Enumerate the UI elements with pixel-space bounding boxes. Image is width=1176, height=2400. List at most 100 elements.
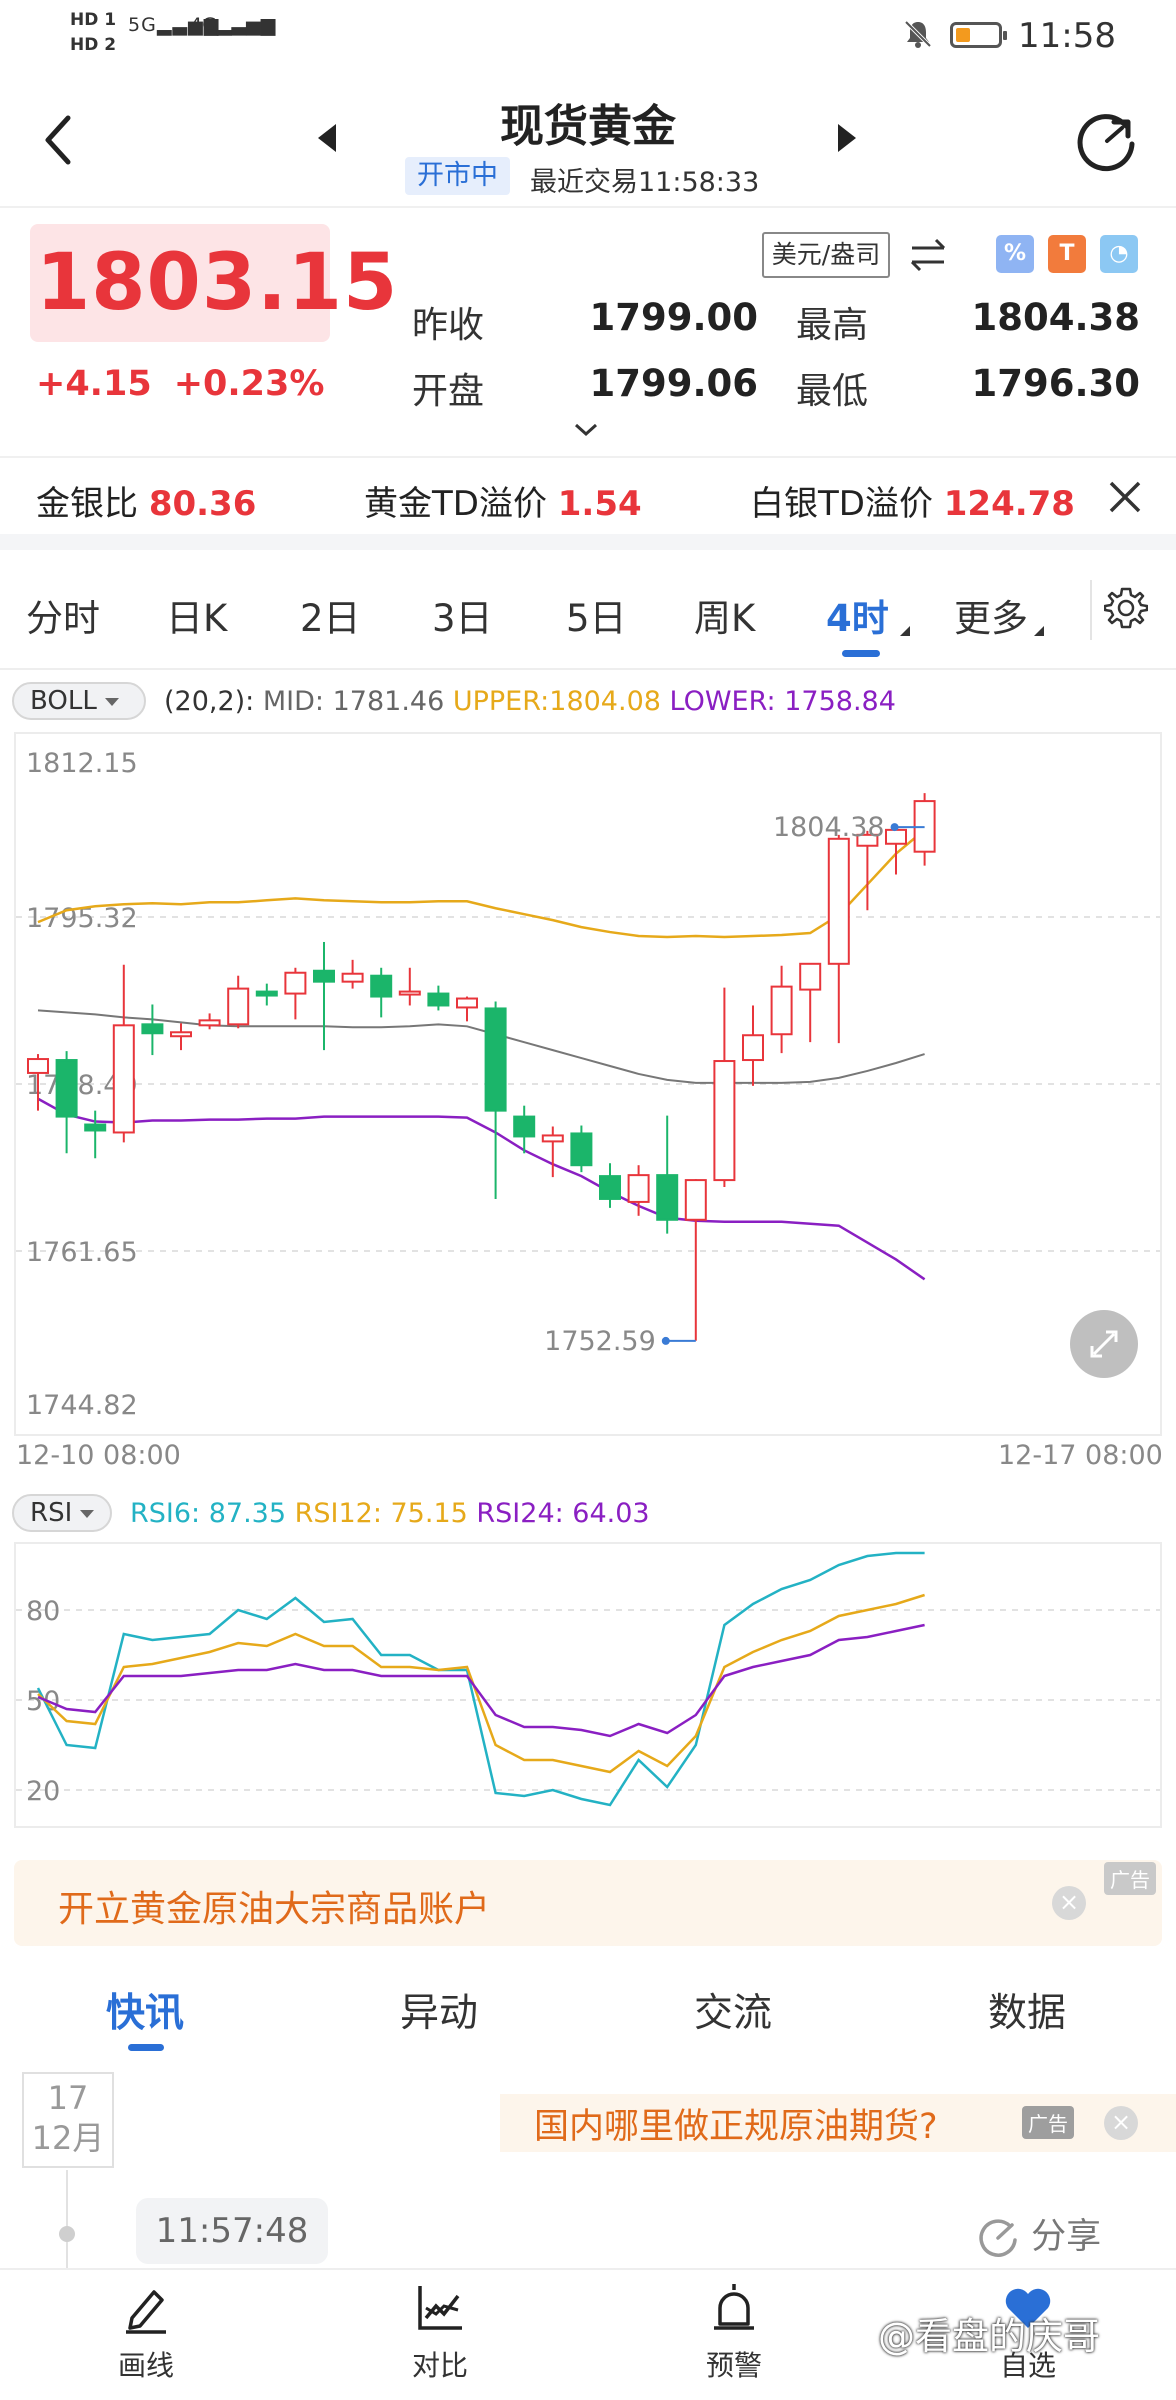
rsi12-value: RSI12: 75.15: [294, 1498, 468, 1529]
candle-body: [599, 1175, 621, 1200]
gold-td-value: 1.54: [557, 484, 642, 524]
tab-data[interactable]: 数据: [988, 1982, 1066, 2038]
candle-body: [742, 1034, 764, 1062]
boll-lower: LOWER: 1758.84: [669, 686, 896, 717]
x-tick-label: 12-10 08:00: [16, 1440, 181, 1471]
high-label: 最高: [796, 305, 869, 346]
ad-tag: 广告: [1104, 1862, 1156, 1895]
boll-values: (20,2): MID: 1781.46 UPPER:1804.08 LOWER…: [164, 686, 896, 717]
candlestick-chart[interactable]: 1812.151795.321778.491761.651744.821804.…: [0, 732, 1176, 1436]
refresh-icon[interactable]: [1074, 108, 1140, 174]
date-month: 12月: [31, 2119, 105, 2157]
x-tick-label: 12-17 08:00: [998, 1440, 1163, 1471]
page-title: 现货黄金: [500, 101, 676, 152]
candle-body: [799, 962, 822, 991]
gear-icon[interactable]: [1104, 586, 1148, 630]
section-spacer: [0, 534, 1176, 550]
rsi24-value: RSI24: 64.03: [476, 1498, 650, 1529]
nav-alert[interactable]: 预警: [674, 2344, 794, 2384]
tab-daily-k[interactable]: 日K: [166, 588, 227, 642]
inline-ad-text[interactable]: 国内哪里做正规原油期货?: [534, 2098, 938, 2149]
tabs-separator: [1090, 580, 1092, 640]
tab-more[interactable]: 更多: [954, 588, 1028, 642]
min-price-label: 1752.59: [544, 1326, 656, 1357]
max-marker-dot: [890, 823, 899, 832]
candle-body: [541, 1134, 564, 1143]
header-divider: [0, 206, 1176, 208]
candle-body: [112, 1024, 135, 1134]
swap-icon[interactable]: [908, 234, 948, 278]
candle-body: [684, 1179, 707, 1221]
candle-body: [227, 987, 250, 1026]
candle-body: [456, 997, 478, 1009]
rsi-line-rsi6: [36, 1551, 925, 1807]
candle-body: [341, 972, 364, 983]
candle-body: [627, 1174, 650, 1203]
pie-chart-icon[interactable]: ◔: [1100, 235, 1138, 273]
alarm-icon[interactable]: [706, 2280, 762, 2336]
percent-tool-icon[interactable]: %: [996, 235, 1034, 273]
close-icon[interactable]: [1106, 478, 1144, 516]
candle-body: [570, 1132, 593, 1167]
y-tick-label: 50: [26, 1686, 60, 1717]
rsi-values: RSI6: 87.35 RSI12: 75.15 RSI24: 64.03: [130, 1498, 650, 1529]
candle-body: [827, 837, 850, 965]
candle-body: [656, 1174, 679, 1221]
candle-body: [370, 974, 393, 998]
boll-lower-line: [37, 1097, 926, 1281]
candle-body: [484, 1007, 507, 1112]
nav-compare[interactable]: 对比: [380, 2344, 500, 2384]
share-button[interactable]: 分享: [976, 2208, 1101, 2260]
draw-line-icon[interactable]: [118, 2280, 174, 2336]
active-tab-indicator: [842, 650, 880, 657]
candle-body: [398, 990, 421, 996]
rsi-chart[interactable]: 80 50 20: [0, 1542, 1176, 1828]
rsi6-value: RSI6: 87.35: [130, 1498, 287, 1529]
candle-body: [198, 1019, 221, 1027]
prev-close-value: 1799.00: [589, 296, 758, 339]
gold-silver-value: 80.36: [148, 484, 257, 524]
battery-icon: [950, 22, 1007, 48]
tools-icon[interactable]: T: [1048, 235, 1086, 273]
nav-draw-line[interactable]: 画线: [86, 2344, 206, 2384]
tab-5day[interactable]: 5日: [566, 588, 627, 642]
min-marker-dot: [661, 1336, 670, 1345]
boll-indicator-selector[interactable]: BOLL: [12, 682, 146, 720]
y-tick-label: 80: [26, 1596, 60, 1627]
tab-3day[interactable]: 3日: [432, 588, 493, 642]
tab-intraday[interactable]: 分时: [26, 588, 100, 642]
timeline-line: [66, 2170, 68, 2280]
gold-td-premium: 黄金TD溢价 1.54: [364, 484, 642, 524]
y-tick-label: 1744.82: [26, 1390, 138, 1421]
candle-body: [27, 1058, 49, 1074]
close-ad-icon[interactable]: ×: [1052, 1886, 1086, 1920]
close-inline-ad-icon[interactable]: ×: [1104, 2106, 1138, 2140]
tab-news-flash[interactable]: 快讯: [106, 1982, 184, 2038]
tab-weekly-k[interactable]: 周K: [694, 588, 755, 642]
compare-chart-icon[interactable]: [412, 2280, 468, 2336]
unit-selector[interactable]: 美元/盎司: [762, 232, 890, 278]
fullscreen-icon[interactable]: [1070, 1310, 1138, 1378]
timeline-dot: [59, 2226, 75, 2242]
date-badge: 17 12月: [22, 2072, 114, 2168]
expand-chevron-icon[interactable]: [572, 422, 600, 438]
tab-movements[interactable]: 异动: [400, 1982, 478, 2038]
candle-body: [885, 828, 907, 845]
rsi-indicator-selector[interactable]: RSI: [12, 1494, 112, 1532]
tab-discussion[interactable]: 交流: [694, 1982, 772, 2038]
share-icon: [979, 2219, 1017, 2257]
candle-body: [141, 1023, 164, 1035]
current-price: 1803.15: [36, 238, 399, 328]
boll-upper-line: [37, 828, 926, 939]
max-price-label: 1804.38: [773, 812, 885, 843]
tab-2day[interactable]: 2日: [300, 588, 361, 642]
tab-4hour[interactable]: 4时: [826, 588, 889, 642]
candle-body: [770, 985, 793, 1036]
silver-td-value: 124.78: [943, 484, 1075, 524]
tabs-divider: [0, 668, 1176, 670]
sim-indicator: HD 1 HD 2: [70, 10, 117, 55]
ad-banner-text[interactable]: 开立黄金原油大宗商品账户: [58, 1880, 490, 1932]
open-value: 1799.06: [589, 362, 758, 405]
dropdown-indicator-icon: [900, 626, 910, 636]
market-status-badge: 开市中: [405, 157, 510, 195]
